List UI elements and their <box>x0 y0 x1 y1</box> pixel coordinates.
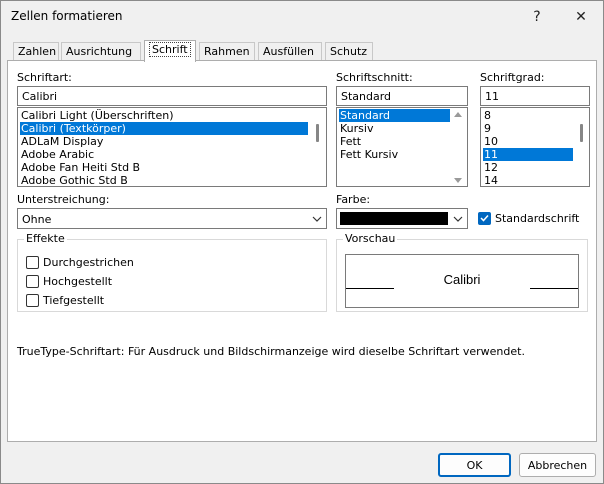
schrift-panel: Schriftart: Calibri Calibri Light (Übers… <box>7 60 597 442</box>
tab-schrift[interactable]: Schrift <box>144 40 196 62</box>
font-list-scroll-thumb[interactable] <box>316 124 319 142</box>
scroll-up-icon[interactable] <box>454 112 462 117</box>
cancel-button[interactable]: Abbrechen <box>519 453 596 477</box>
color-label: Farbe: <box>336 193 371 206</box>
tab-rahmen[interactable]: Rahmen <box>199 42 255 61</box>
effects-group: Effekte Durchgestrichen Hochgestellt Tie… <box>17 232 327 312</box>
question-mark-icon: ? <box>533 8 541 25</box>
style-list[interactable]: Standard Kursiv Fett Fett Kursiv <box>336 107 468 187</box>
size-list[interactable]: 8 9 10 11 12 14 <box>480 107 590 187</box>
tab-zahlen[interactable]: Zahlen <box>13 42 59 61</box>
underline-select[interactable]: Ohne <box>17 208 327 229</box>
preview-group: Vorschau Calibri <box>336 232 588 312</box>
font-list-item[interactable]: Adobe Gothic Std B <box>20 174 308 186</box>
close-icon: ✕ <box>575 8 587 25</box>
superscript-checkbox[interactable]: Hochgestellt <box>26 274 112 288</box>
size-list-item[interactable]: 12 <box>483 161 573 174</box>
font-list-item[interactable]: Adobe Arabic <box>20 148 308 161</box>
chevron-down-icon[interactable] <box>308 209 326 228</box>
size-list-item[interactable]: 9 <box>483 122 573 135</box>
title-bar: Zellen formatieren ? ✕ <box>1 1 603 32</box>
style-list-item[interactable]: Fett Kursiv <box>339 148 450 161</box>
style-list-item[interactable]: Kursiv <box>339 122 450 135</box>
tab-schutz[interactable]: Schutz <box>325 42 373 61</box>
underline-value: Ohne <box>22 213 52 226</box>
standard-font-checkbox[interactable]: Standardschrift <box>478 211 579 225</box>
style-label: Schriftschnitt: <box>336 71 413 84</box>
close-button[interactable]: ✕ <box>559 1 603 32</box>
size-list-item[interactable]: 8 <box>483 109 573 122</box>
style-list-item[interactable]: Fett <box>339 135 450 148</box>
strikethrough-checkbox[interactable]: Durchgestrichen <box>26 255 134 269</box>
color-picker[interactable] <box>336 208 468 229</box>
preview-box: Calibri <box>345 254 579 308</box>
help-button[interactable]: ? <box>515 1 559 32</box>
size-list-item[interactable]: 10 <box>483 135 573 148</box>
subscript-checkbox[interactable]: Tiefgestellt <box>26 293 104 307</box>
font-list-item-selected[interactable]: Calibri (Textkörper) <box>20 122 308 135</box>
size-list-item-selected[interactable]: 11 <box>483 148 573 161</box>
underline-label: Unterstreichung: <box>17 193 110 206</box>
chevron-down-icon[interactable] <box>449 209 467 228</box>
size-label: Schriftgrad: <box>480 71 545 84</box>
tab-ausrichtung[interactable]: Ausrichtung <box>61 42 141 61</box>
tab-ausfuellen[interactable]: Ausfüllen <box>258 42 322 61</box>
subscript-label: Tiefgestellt <box>43 293 105 307</box>
superscript-label: Hochgestellt <box>43 274 113 288</box>
size-list-item[interactable]: 14 <box>483 174 573 186</box>
dialog-title: Zellen formatieren <box>11 9 123 23</box>
ok-button[interactable]: OK <box>438 453 511 477</box>
font-list-item[interactable]: Adobe Fan Heiti Std B <box>20 161 308 174</box>
standard-font-label: Standardschrift <box>495 211 580 225</box>
font-list-item[interactable]: Calibri Light (Überschriften) <box>20 109 308 122</box>
effects-title: Effekte <box>24 232 67 245</box>
style-list-item-selected[interactable]: Standard <box>339 109 450 122</box>
font-list-item[interactable]: ADLaM Display <box>20 135 308 148</box>
baseline-right <box>530 288 578 289</box>
baseline-left <box>346 288 394 289</box>
size-list-scroll-thumb[interactable] <box>580 124 583 142</box>
font-list[interactable]: Calibri Light (Überschriften) Calibri (T… <box>17 107 327 187</box>
info-text: TrueType-Schriftart: Für Ausdruck und Bi… <box>17 345 525 358</box>
style-input[interactable]: Standard <box>336 86 468 106</box>
strikethrough-label: Durchgestrichen <box>43 255 134 269</box>
font-input[interactable]: Calibri <box>17 86 327 106</box>
font-label: Schriftart: <box>17 71 72 84</box>
preview-title: Vorschau <box>343 232 398 245</box>
preview-sample: Calibri <box>443 272 481 287</box>
color-swatch <box>340 212 448 225</box>
format-cells-dialog: Zellen formatieren ? ✕ Zahlen Ausrichtun… <box>0 0 604 484</box>
size-input[interactable]: 11 <box>480 86 590 106</box>
checkmark-icon <box>478 211 491 225</box>
scroll-down-icon[interactable] <box>454 178 462 183</box>
